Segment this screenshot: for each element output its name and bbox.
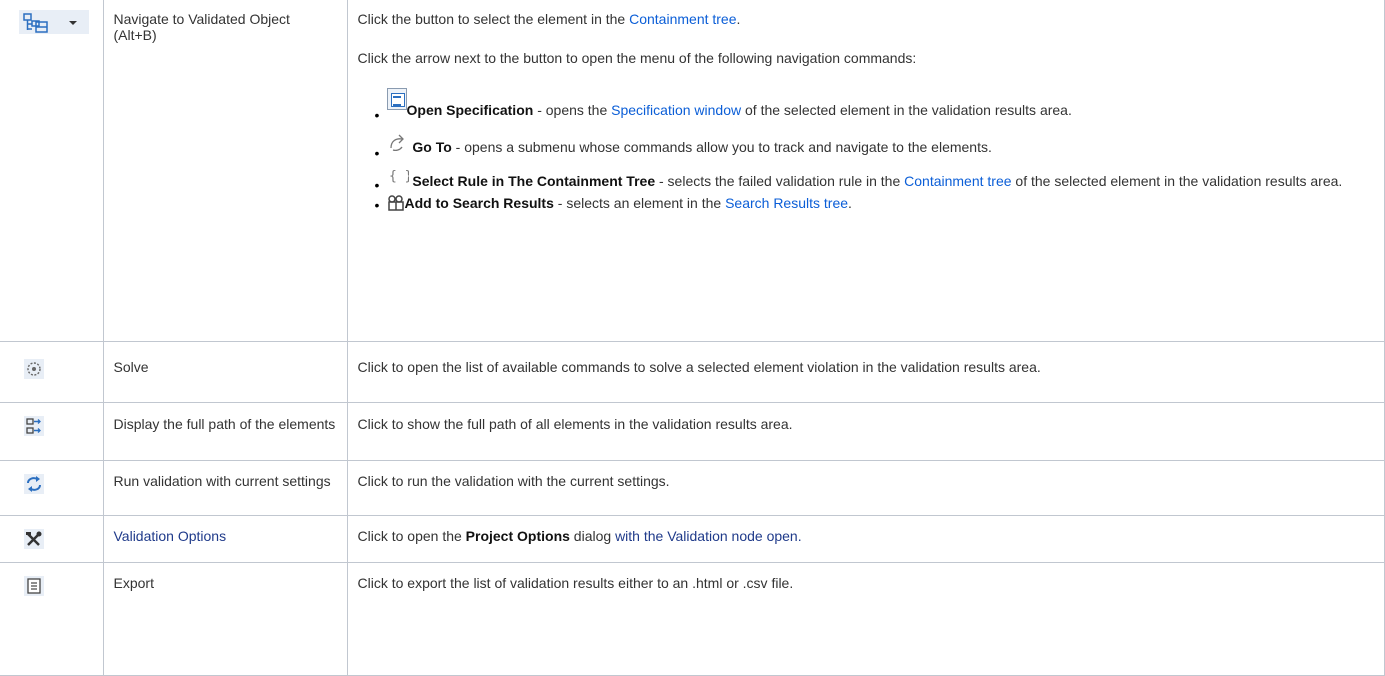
icon-cell [0, 561, 104, 676]
description-cell: Click to open the Project Options dialog… [346, 514, 1385, 563]
list-item: • { } Select Rule in The Containment Tre… [358, 166, 1375, 193]
icon-cell [0, 340, 104, 403]
command-name: Run validation with current settings [113, 472, 331, 489]
validation-options-tools-icon [24, 528, 44, 549]
add-to-search-results-icon [387, 195, 404, 211]
description-text: Click to open the Project Options dialog… [357, 527, 802, 544]
list-item: • Add to Search Results - selects an ele… [374, 195, 852, 213]
run-validation-icon [24, 473, 44, 494]
description-text: Click to run the validation with the cur… [357, 472, 670, 489]
toolbar-buttons-table: Navigate to Validated Object (Alt+B) Cli… [0, 0, 1385, 676]
command-name-cell: Display the full path of the elements [102, 401, 348, 461]
description-text: Click to export the list of validation r… [357, 574, 794, 591]
command-name-cell: Run validation with current settings [102, 459, 348, 516]
table-row: Solve Click to open the list of availabl… [0, 340, 1385, 403]
open-specification-icon [386, 88, 407, 110]
command-name-cell: Solve [102, 340, 348, 403]
command-name: Navigate to Validated Object (Alt+B) [113, 11, 290, 43]
solve-icon [24, 358, 44, 379]
list-item: • Go To - opens a submenu whose commands… [358, 132, 1375, 161]
navigate-tree-dropdown-icon [19, 10, 89, 34]
command-name: Export [113, 574, 154, 591]
validation-node-link[interactable]: with the Validation node open. [615, 528, 802, 544]
go-to-icon [389, 134, 404, 152]
list-item: • Open Specification - opens the Specifi… [358, 84, 1375, 123]
select-rule-braces-icon: { } [389, 169, 409, 184]
description-text: Click to show the full path of all eleme… [357, 415, 793, 432]
export-icon [24, 575, 44, 596]
description-cell: Click to show the full path of all eleme… [346, 401, 1385, 461]
containment-tree-link[interactable]: Containment tree [629, 11, 736, 27]
full-path-icon [24, 415, 44, 436]
svg-text:{ }: { } [389, 169, 409, 184]
command-name-cell: Export [102, 561, 348, 676]
icon-cell [0, 459, 104, 516]
description-cell: Click to run the validation with the cur… [346, 459, 1385, 516]
description-cell: Click the button to select the element i… [346, 0, 1385, 342]
description-text: Click the button to select the element i… [357, 11, 741, 27]
icon-cell [0, 514, 104, 563]
description-cell: Click to export the list of validation r… [346, 561, 1385, 676]
command-name: Solve [113, 358, 149, 375]
validation-options-link[interactable]: Validation Options [104, 516, 347, 544]
containment-tree-link[interactable]: Containment tree [904, 173, 1011, 189]
icon-cell [0, 0, 104, 342]
command-name: Display the full path of the elements [113, 415, 336, 432]
command-name-cell: Validation Options [102, 514, 348, 563]
table-row: Export Click to export the list of valid… [0, 561, 1385, 676]
description-cell: Click to open the list of available comm… [346, 340, 1385, 403]
table-row: Validation Options Click to open the Pro… [0, 514, 1385, 563]
table-row: Run validation with current settings Cli… [0, 459, 1385, 516]
search-results-tree-link[interactable]: Search Results tree [725, 195, 848, 211]
table-row: Display the full path of the elements Cl… [0, 401, 1385, 461]
description-text: Click the arrow next to the button to op… [357, 50, 917, 66]
command-name-cell: Navigate to Validated Object (Alt+B) [102, 0, 348, 342]
icon-cell [0, 401, 104, 461]
table-row: Navigate to Validated Object (Alt+B) Cli… [0, 0, 1385, 342]
description-text: Click to open the list of available comm… [357, 358, 1041, 375]
specification-window-link[interactable]: Specification window [611, 102, 741, 118]
navigation-commands-list: • Open Specification - opens the Specifi… [358, 84, 1375, 213]
